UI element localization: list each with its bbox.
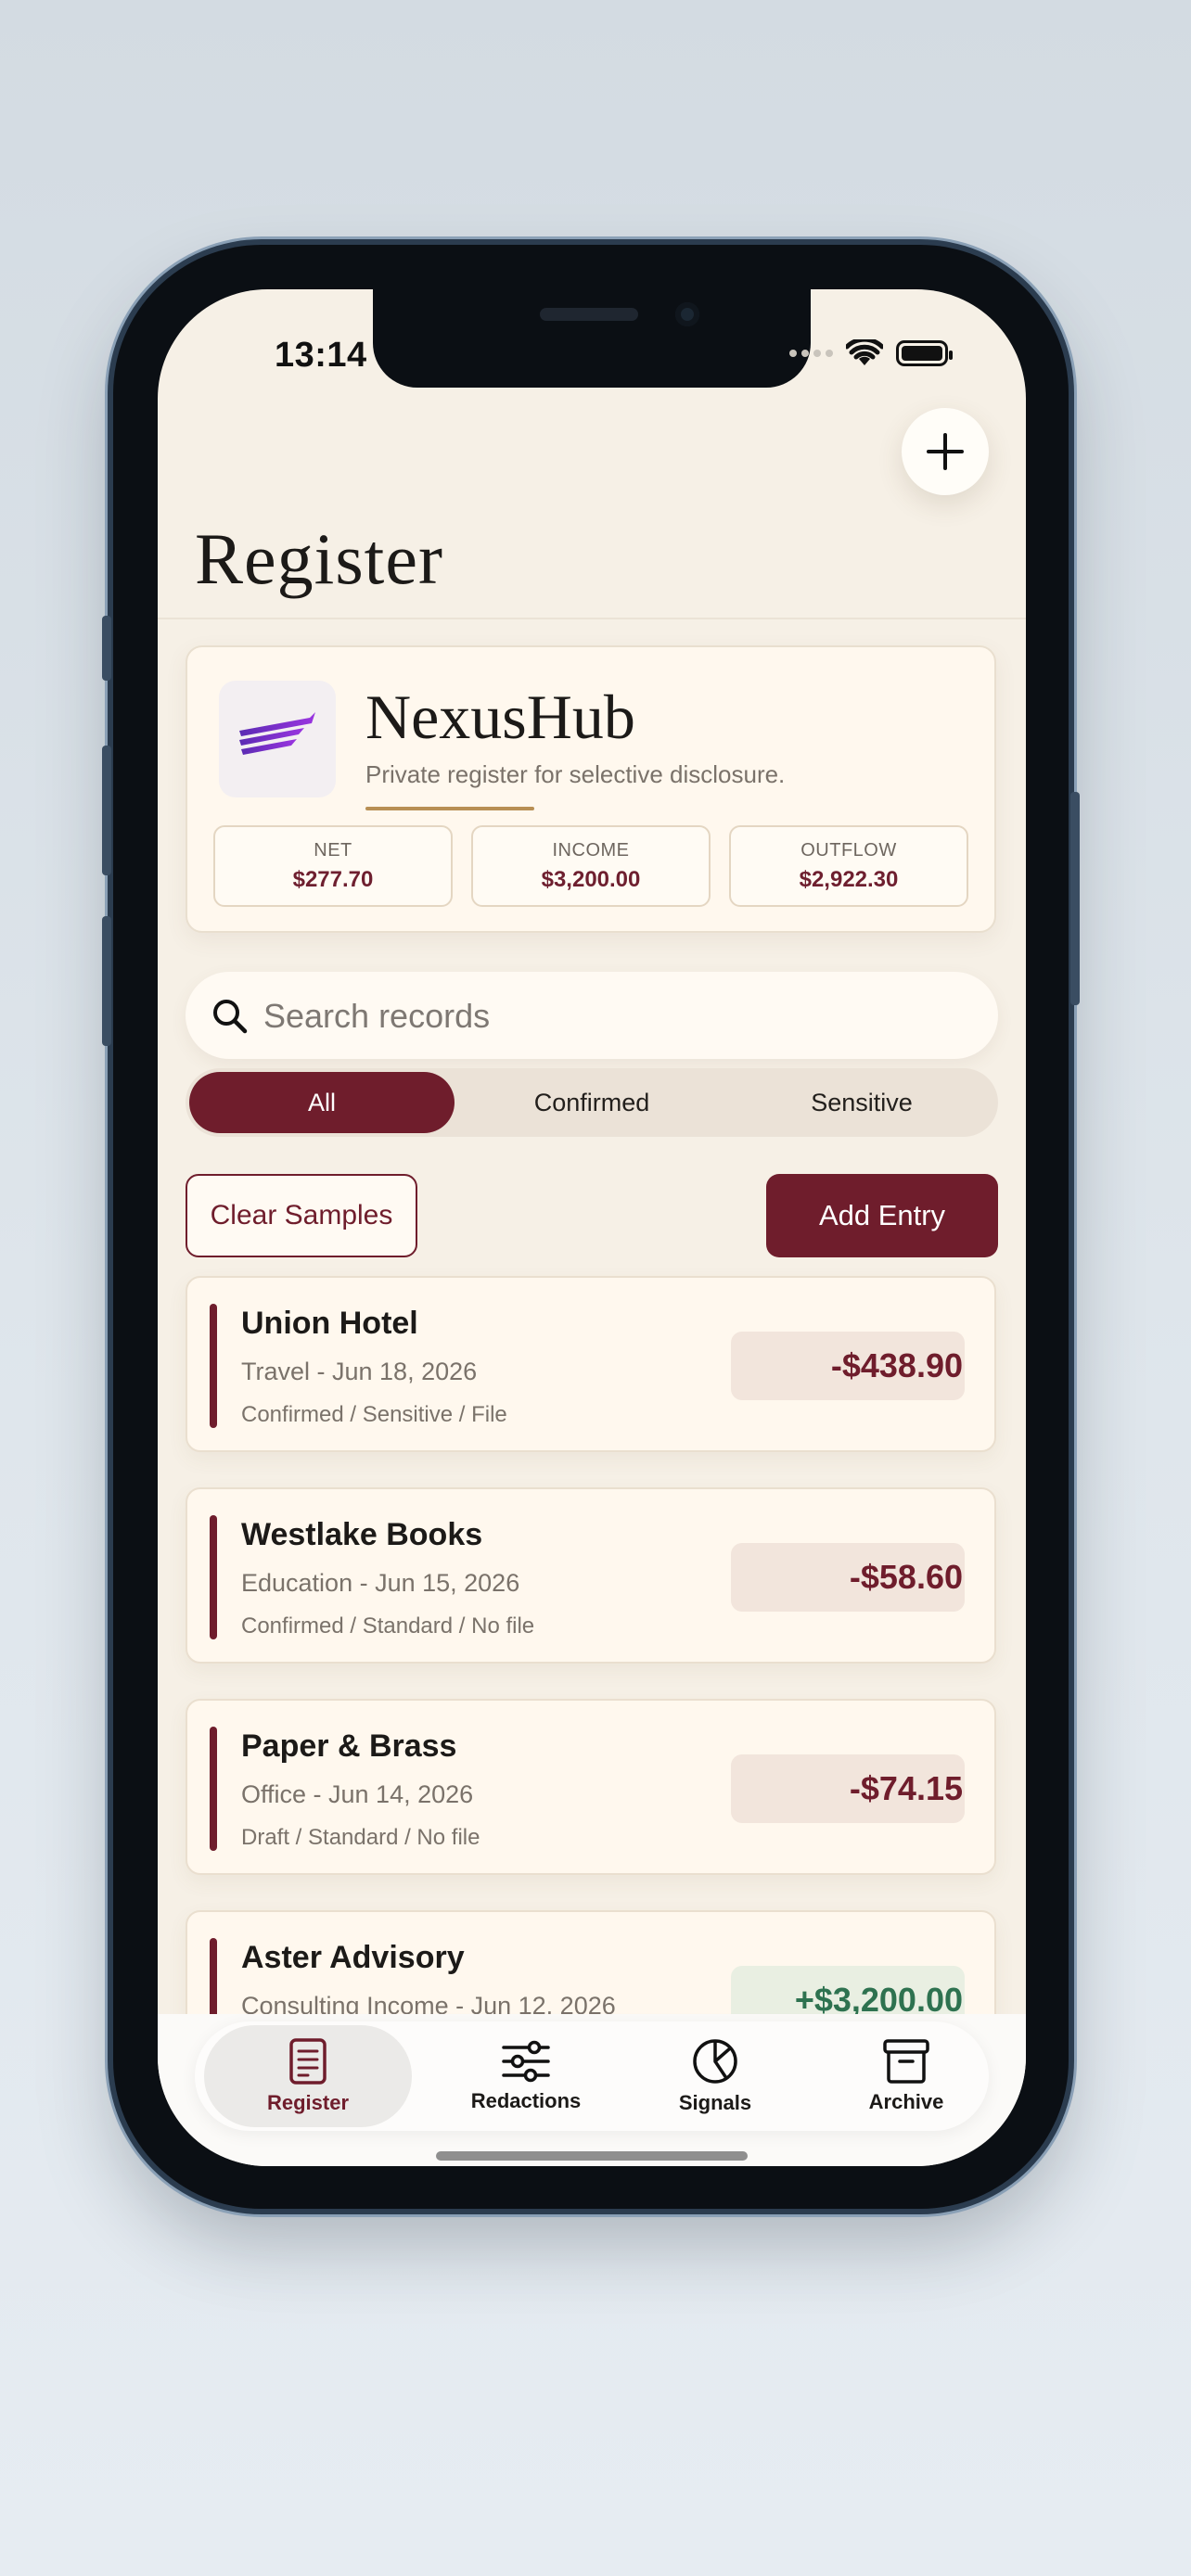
entry-subtitle: Travel - Jun 18, 2026: [241, 1358, 478, 1385]
add-entry-button[interactable]: Add Entry: [766, 1174, 998, 1257]
stat-outflow: OUTFLOW $2,922.30: [729, 825, 968, 907]
app-screen: 13:14 Register NexusHub Private register…: [158, 289, 1026, 2166]
entry-accent-bar: [210, 1515, 217, 1639]
entry-amount: -$438.90: [731, 1332, 965, 1400]
entry-meta: Confirmed / Standard / No file: [241, 1613, 535, 1639]
power-button: [1070, 792, 1080, 1005]
entry-title: Paper & Brass: [241, 1728, 457, 1764]
speaker-grille: [540, 308, 638, 321]
search-bar: [186, 972, 998, 1061]
profile-card: NexusHub Private register for selective …: [186, 645, 996, 933]
entry-title: Aster Advisory: [241, 1940, 465, 1975]
plus-icon: [927, 433, 964, 470]
status-time: 13:14: [275, 336, 367, 375]
search-icon: [213, 1000, 248, 1034]
filter-sensitive[interactable]: Sensitive: [729, 1072, 994, 1133]
stat-net: NET $277.70: [213, 825, 453, 907]
brand-subtitle: Private register for selective disclosur…: [365, 760, 786, 788]
stat-value: $2,922.30: [799, 867, 899, 892]
wing-logo-icon: [239, 712, 315, 755]
tab-label: Signals: [678, 2091, 752, 2114]
phone-frame: 13:14 Register NexusHub Private register…: [102, 245, 1080, 2209]
search-input[interactable]: [262, 972, 970, 1061]
signal-dots-icon: [789, 350, 833, 357]
stat-value: $277.70: [292, 867, 374, 892]
entry-accent-bar: [210, 1727, 217, 1851]
stat-label: INCOME: [552, 840, 630, 861]
tab-redactions[interactable]: Redactions: [429, 2021, 623, 2131]
entry-title: Union Hotel: [241, 1306, 418, 1341]
stat-label: OUTFLOW: [800, 840, 897, 861]
notch: [373, 289, 811, 388]
wifi-icon: [846, 339, 883, 365]
entry-accent-bar: [210, 1304, 217, 1428]
volume-up-button: [102, 746, 111, 875]
mute-switch: [102, 616, 111, 681]
entry-meta: Confirmed / Sensitive / File: [241, 1402, 507, 1427]
list-item[interactable]: Paper & Brass Office - Jun 14, 2026 Draf…: [186, 1699, 996, 1875]
add-record-button[interactable]: [902, 408, 989, 495]
list-item[interactable]: Westlake Books Education - Jun 15, 2026 …: [186, 1487, 996, 1664]
tab-label: Redactions: [470, 2089, 582, 2112]
ledger-icon: [289, 2038, 327, 2085]
entry-amount: -$74.15: [731, 1754, 965, 1823]
home-indicator: [436, 2151, 748, 2161]
entry-meta: Draft / Standard / No file: [241, 1825, 480, 1850]
tab-bar: Register Redactions Signals Archive: [195, 2021, 989, 2131]
tab-label: Register: [266, 2091, 350, 2114]
tab-label: Archive: [868, 2090, 944, 2113]
page-title: Register: [195, 518, 443, 599]
filter-confirmed[interactable]: Confirmed: [459, 1072, 724, 1133]
entry-amount: -$58.60: [731, 1543, 965, 1612]
archive-box-icon: [883, 2039, 929, 2084]
entry-title: Westlake Books: [241, 1517, 483, 1552]
battery-icon: [896, 340, 953, 366]
entry-subtitle: Office - Jun 14, 2026: [241, 1780, 474, 1808]
sliders-icon: [502, 2040, 550, 2083]
amount-text: -$438.90: [830, 1346, 963, 1384]
stat-label: NET: [314, 840, 352, 861]
brand-accent-rule: [365, 807, 534, 810]
volume-down-button: [102, 916, 111, 1046]
tab-archive[interactable]: Archive: [809, 2021, 1004, 2131]
list-item[interactable]: Union Hotel Travel - Jun 18, 2026 Confir…: [186, 1276, 996, 1452]
entry-subtitle: Education - Jun 15, 2026: [241, 1569, 520, 1597]
summary-stats: NET $277.70 INCOME $3,200.00 OUTFLOW $2,…: [213, 825, 968, 907]
status-indicators: [789, 339, 953, 367]
header-divider: [158, 618, 1026, 619]
filter-all[interactable]: All: [189, 1072, 455, 1133]
clear-samples-button[interactable]: Clear Samples: [186, 1174, 417, 1257]
tab-register[interactable]: Register: [204, 2025, 412, 2127]
brand-name: NexusHub: [365, 682, 635, 752]
brand-logo: [219, 681, 336, 797]
tab-signals[interactable]: Signals: [618, 2021, 813, 2131]
stat-value: $3,200.00: [541, 867, 641, 892]
filter-segmented-control: All Confirmed Sensitive: [186, 1068, 998, 1137]
amount-text: -$74.15: [849, 1769, 963, 1807]
stat-income: INCOME $3,200.00: [471, 825, 711, 907]
camera-icon: [675, 302, 699, 326]
pie-chart-icon: [693, 2039, 737, 2084]
amount-text: -$58.60: [849, 1558, 963, 1596]
